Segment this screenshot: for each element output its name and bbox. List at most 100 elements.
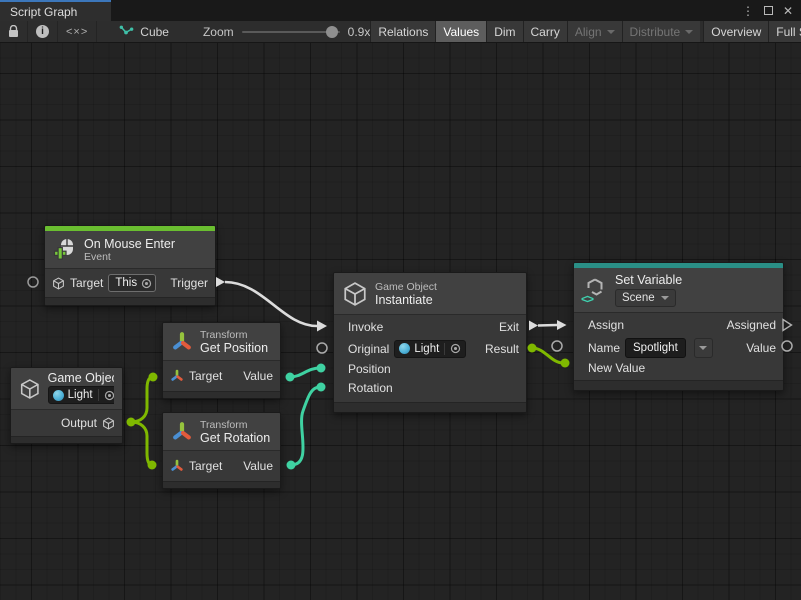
variable-name-dropdown[interactable] <box>694 338 713 358</box>
node-category: Transform <box>200 419 270 431</box>
graph-toolbar: i <×> Cube Zoom 0.9x Relations Values Di… <box>0 21 801 43</box>
game-object-cube-icon <box>102 417 115 430</box>
trigger-port-label: Trigger <box>170 276 208 290</box>
transform-icon <box>171 331 193 353</box>
chevron-down-icon <box>661 296 669 300</box>
node-subtitle: Event <box>84 251 175 263</box>
value-port-label: Value <box>243 459 273 473</box>
node-title: Get Position <box>200 341 268 355</box>
fullscreen-label: Full Screen <box>776 25 801 39</box>
node-title: Instantiate <box>375 293 437 307</box>
port-row-position: Position <box>334 359 526 378</box>
variable-scope-dropdown[interactable]: Scene <box>615 289 676 307</box>
name-value: Spotlight <box>633 342 678 354</box>
overview-label: Overview <box>711 25 761 39</box>
node-get-position[interactable]: Transform Get Position Target Value <box>162 322 281 399</box>
assign-port-label: Assign <box>588 318 624 332</box>
graph-breadcrumb[interactable]: Cube <box>119 21 169 42</box>
lock-button[interactable] <box>0 21 28 42</box>
zoom-control: Zoom 0.9x <box>203 21 370 42</box>
object-value: Light <box>414 343 439 355</box>
node-header: Transform Get Position <box>163 323 280 361</box>
target-port-label: Target <box>70 276 103 290</box>
mouse-enter-icon <box>53 238 77 262</box>
distribute-menu[interactable]: Distribute <box>622 21 701 42</box>
close-icon[interactable]: ✕ <box>783 5 793 17</box>
node-footer <box>163 391 280 398</box>
node-game-object-literal[interactable]: Game Object Light Output <box>10 367 123 444</box>
port-row-original-result: Original Light Result <box>334 338 526 359</box>
node-on-mouse-enter[interactable]: On Mouse Enter Event Target This Trigger <box>44 225 216 306</box>
result-port-label: Result <box>485 342 519 356</box>
object-picker-icon[interactable] <box>450 343 461 354</box>
relations-toggle[interactable]: Relations <box>370 21 435 42</box>
lock-icon <box>8 25 19 38</box>
relations-label: Relations <box>378 25 428 39</box>
node-footer <box>11 436 122 443</box>
game-object-cube-icon <box>342 281 368 307</box>
code-icon: <×> <box>66 26 88 38</box>
variable-name-field[interactable]: Spotlight <box>625 338 686 358</box>
carry-label: Carry <box>531 25 560 39</box>
info-icon: i <box>36 25 49 38</box>
light-object-field[interactable]: Light <box>394 340 466 358</box>
transform-icon <box>170 369 184 383</box>
zoom-slider-handle[interactable] <box>326 26 338 38</box>
node-footer <box>574 380 783 390</box>
inspect-button[interactable]: i <box>28 21 58 42</box>
light-object-icon <box>399 343 410 354</box>
port-row: Target Value <box>163 451 280 481</box>
object-value: Light <box>68 389 93 401</box>
tab-script-graph[interactable]: Script Graph <box>0 0 111 21</box>
values-toggle[interactable]: Values <box>435 21 486 42</box>
align-label: Align <box>575 25 602 39</box>
chevron-down-icon <box>607 30 615 34</box>
overview-button[interactable]: Overview <box>703 21 768 42</box>
unity-script-graph-window: { "window": { "tab": "Script Graph", "ke… <box>0 0 801 600</box>
light-object-field[interactable]: Light <box>48 386 114 404</box>
dim-label: Dim <box>494 25 515 39</box>
original-port-label: Original <box>348 342 389 356</box>
port-row: Target Value <box>163 361 280 391</box>
target-this-field[interactable]: This <box>108 274 156 292</box>
code-preview-button[interactable]: <×> <box>58 21 97 42</box>
node-instantiate[interactable]: Game Object Instantiate Invoke Exit Orig… <box>333 272 527 413</box>
value-port-label: Value <box>746 341 776 355</box>
transform-icon <box>170 459 184 473</box>
node-category: Game Object <box>375 281 437 293</box>
node-title: Get Rotation <box>200 431 270 445</box>
node-set-variable[interactable]: <> Set Variable Scene Assign Assigned Na… <box>573 262 784 391</box>
new-value-port-label: New Value <box>588 361 645 375</box>
value-port-label: Value <box>243 369 273 383</box>
dim-toggle[interactable]: Dim <box>486 21 522 42</box>
node-get-rotation[interactable]: Transform Get Rotation Target Value <box>162 412 281 489</box>
port-row-name: Name Spotlight Value <box>574 337 783 358</box>
node-title: Set Variable <box>615 273 682 287</box>
rotation-port-label: Rotation <box>348 381 393 395</box>
zoom-slider[interactable] <box>242 31 340 33</box>
name-port-label: Name <box>588 341 620 355</box>
fullscreen-button[interactable]: Full Screen <box>768 21 801 42</box>
carry-toggle[interactable]: Carry <box>523 21 567 42</box>
node-footer <box>163 481 280 488</box>
position-port-label: Position <box>348 362 391 376</box>
object-picker-icon[interactable] <box>104 390 114 401</box>
distribute-label: Distribute <box>630 25 681 39</box>
code-brackets-icon: <> <box>581 292 593 306</box>
transform-icon <box>171 421 193 443</box>
port-row-rotation: Rotation <box>334 378 526 397</box>
node-footer <box>334 402 526 412</box>
port-row: Output <box>11 410 122 436</box>
zoom-value: 0.9x <box>348 25 371 39</box>
node-header: <> Set Variable Scene <box>574 268 783 313</box>
port-row-new-value: New Value <box>574 358 783 377</box>
node-header: Game Object Instantiate <box>334 273 526 315</box>
maximize-icon[interactable] <box>764 6 773 15</box>
object-picker-icon[interactable] <box>141 278 152 289</box>
title-bar: Script Graph ⋮ ✕ <box>0 0 801 21</box>
window-menu-icon[interactable]: ⋮ <box>742 5 754 17</box>
align-menu[interactable]: Align <box>567 21 622 42</box>
assigned-port-label: Assigned <box>727 318 776 332</box>
node-title: On Mouse Enter <box>84 237 175 251</box>
node-category: Transform <box>200 329 268 341</box>
